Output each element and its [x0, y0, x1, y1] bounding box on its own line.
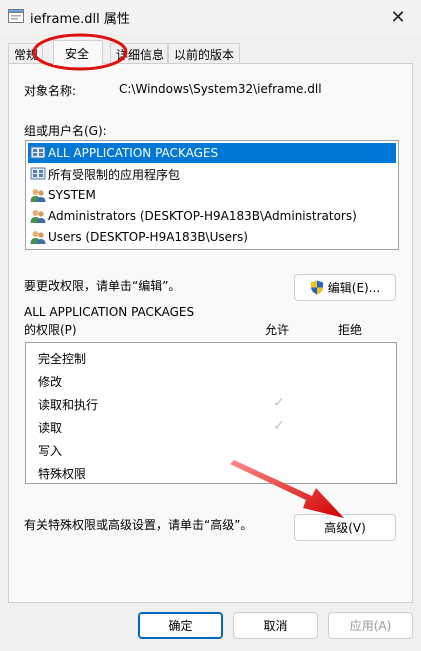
list-item-users[interactable]: Users (DESKTOP-H9A183B\Users)	[28, 227, 396, 247]
change-permissions-hint: 要更改权限，请单击“编辑”。	[24, 279, 181, 293]
shield-icon	[310, 280, 323, 295]
advanced-hint: 有关特殊权限或高级设置，请单击“高级”。	[24, 518, 253, 532]
users-icon	[30, 231, 46, 244]
cancel-button[interactable]: 取消	[233, 612, 318, 639]
apply-button-label: 应用(A)	[349, 619, 392, 633]
title-bar: ieframe.dll 属性 ✕	[0, 0, 421, 34]
advanced-button-label: 高级(V)	[324, 521, 366, 535]
window-title: ieframe.dll 属性	[30, 12, 130, 27]
app-packages-icon	[30, 167, 46, 180]
users-icon	[30, 210, 46, 223]
permissions-list[interactable]: 完全控制 修改 读取和执行 ✓ 读取 ✓ 写入 特殊权限	[25, 342, 397, 484]
list-item-label: SYSTEM	[48, 188, 96, 202]
list-item-label: 所有受限制的应用程序包	[48, 167, 181, 182]
tab-security[interactable]: 安全	[53, 40, 103, 65]
tab-security-label: 安全	[65, 47, 90, 61]
close-button[interactable]: ✕	[375, 0, 421, 34]
list-item-label: Administrators (DESKTOP-H9A183B\Administ…	[48, 209, 357, 223]
tab-details[interactable]: 详细信息	[110, 43, 168, 64]
app-packages-icon	[30, 146, 46, 159]
tab-previous-versions-label: 以前的版本	[174, 48, 235, 62]
permission-name: 读取	[38, 421, 63, 435]
groups-label: 组或用户名(G):	[24, 124, 107, 138]
permissions-for-label: ALL APPLICATION PACKAGES	[24, 305, 195, 319]
advanced-button[interactable]: 高级(V)	[294, 514, 396, 541]
allow-check-icon: ✓	[273, 418, 285, 434]
list-item-label: Users (DESKTOP-H9A183B\Users)	[48, 230, 248, 244]
object-name-value: C:\Windows\System32\ieframe.dll	[119, 82, 322, 96]
permission-name: 完全控制	[38, 352, 87, 366]
permission-row-special: 特殊权限	[26, 462, 396, 484]
permission-name: 读取和执行	[38, 398, 99, 412]
users-icon	[30, 189, 46, 202]
file-properties-icon	[8, 9, 24, 23]
tab-details-label: 详细信息	[116, 48, 165, 62]
edit-button-label: 编辑(E)...	[327, 281, 381, 295]
apply-button[interactable]: 应用(A)	[328, 612, 413, 639]
permission-name: 修改	[38, 375, 63, 389]
permission-name: 写入	[38, 444, 63, 458]
permission-row-full-control: 完全控制	[26, 347, 396, 369]
groups-listbox[interactable]: ALL APPLICATION PACKAGES 所有受限制的应用程序包 SYS…	[25, 140, 399, 250]
permission-row-read: 读取 ✓	[26, 416, 396, 438]
list-item-system[interactable]: SYSTEM	[28, 185, 396, 205]
permission-row-write: 写入	[26, 439, 396, 461]
allow-check-icon: ✓	[273, 395, 285, 411]
tab-strip: 常规 安全 详细信息 以前的版本	[8, 40, 413, 65]
allow-column-header: 允许	[265, 323, 290, 337]
list-item-administrators[interactable]: Administrators (DESKTOP-H9A183B\Administ…	[28, 206, 396, 226]
list-item-restricted-app-packages[interactable]: 所有受限制的应用程序包	[28, 164, 396, 184]
edit-button[interactable]: 编辑(E)...	[294, 274, 396, 301]
tab-previous-versions[interactable]: 以前的版本	[168, 43, 240, 64]
list-item-all-application-packages[interactable]: ALL APPLICATION PACKAGES	[28, 143, 396, 163]
permission-row-read-execute: 读取和执行 ✓	[26, 393, 396, 415]
cancel-button-label: 取消	[263, 619, 288, 633]
deny-column-header: 拒绝	[338, 323, 363, 337]
permissions-label: 的权限(P)	[24, 323, 77, 337]
list-item-label: ALL APPLICATION PACKAGES	[48, 146, 219, 160]
permission-name: 特殊权限	[38, 467, 87, 481]
ok-button[interactable]: 确定	[138, 612, 223, 639]
object-name-label: 对象名称:	[24, 84, 77, 98]
ok-button-label: 确定	[168, 619, 193, 633]
tab-general[interactable]: 常规	[8, 43, 43, 64]
tab-general-label: 常规	[14, 48, 39, 62]
security-panel: 对象名称: C:\Windows\System32\ieframe.dll 组或…	[8, 63, 413, 603]
permission-row-modify: 修改	[26, 370, 396, 392]
close-icon: ✕	[390, 6, 406, 28]
